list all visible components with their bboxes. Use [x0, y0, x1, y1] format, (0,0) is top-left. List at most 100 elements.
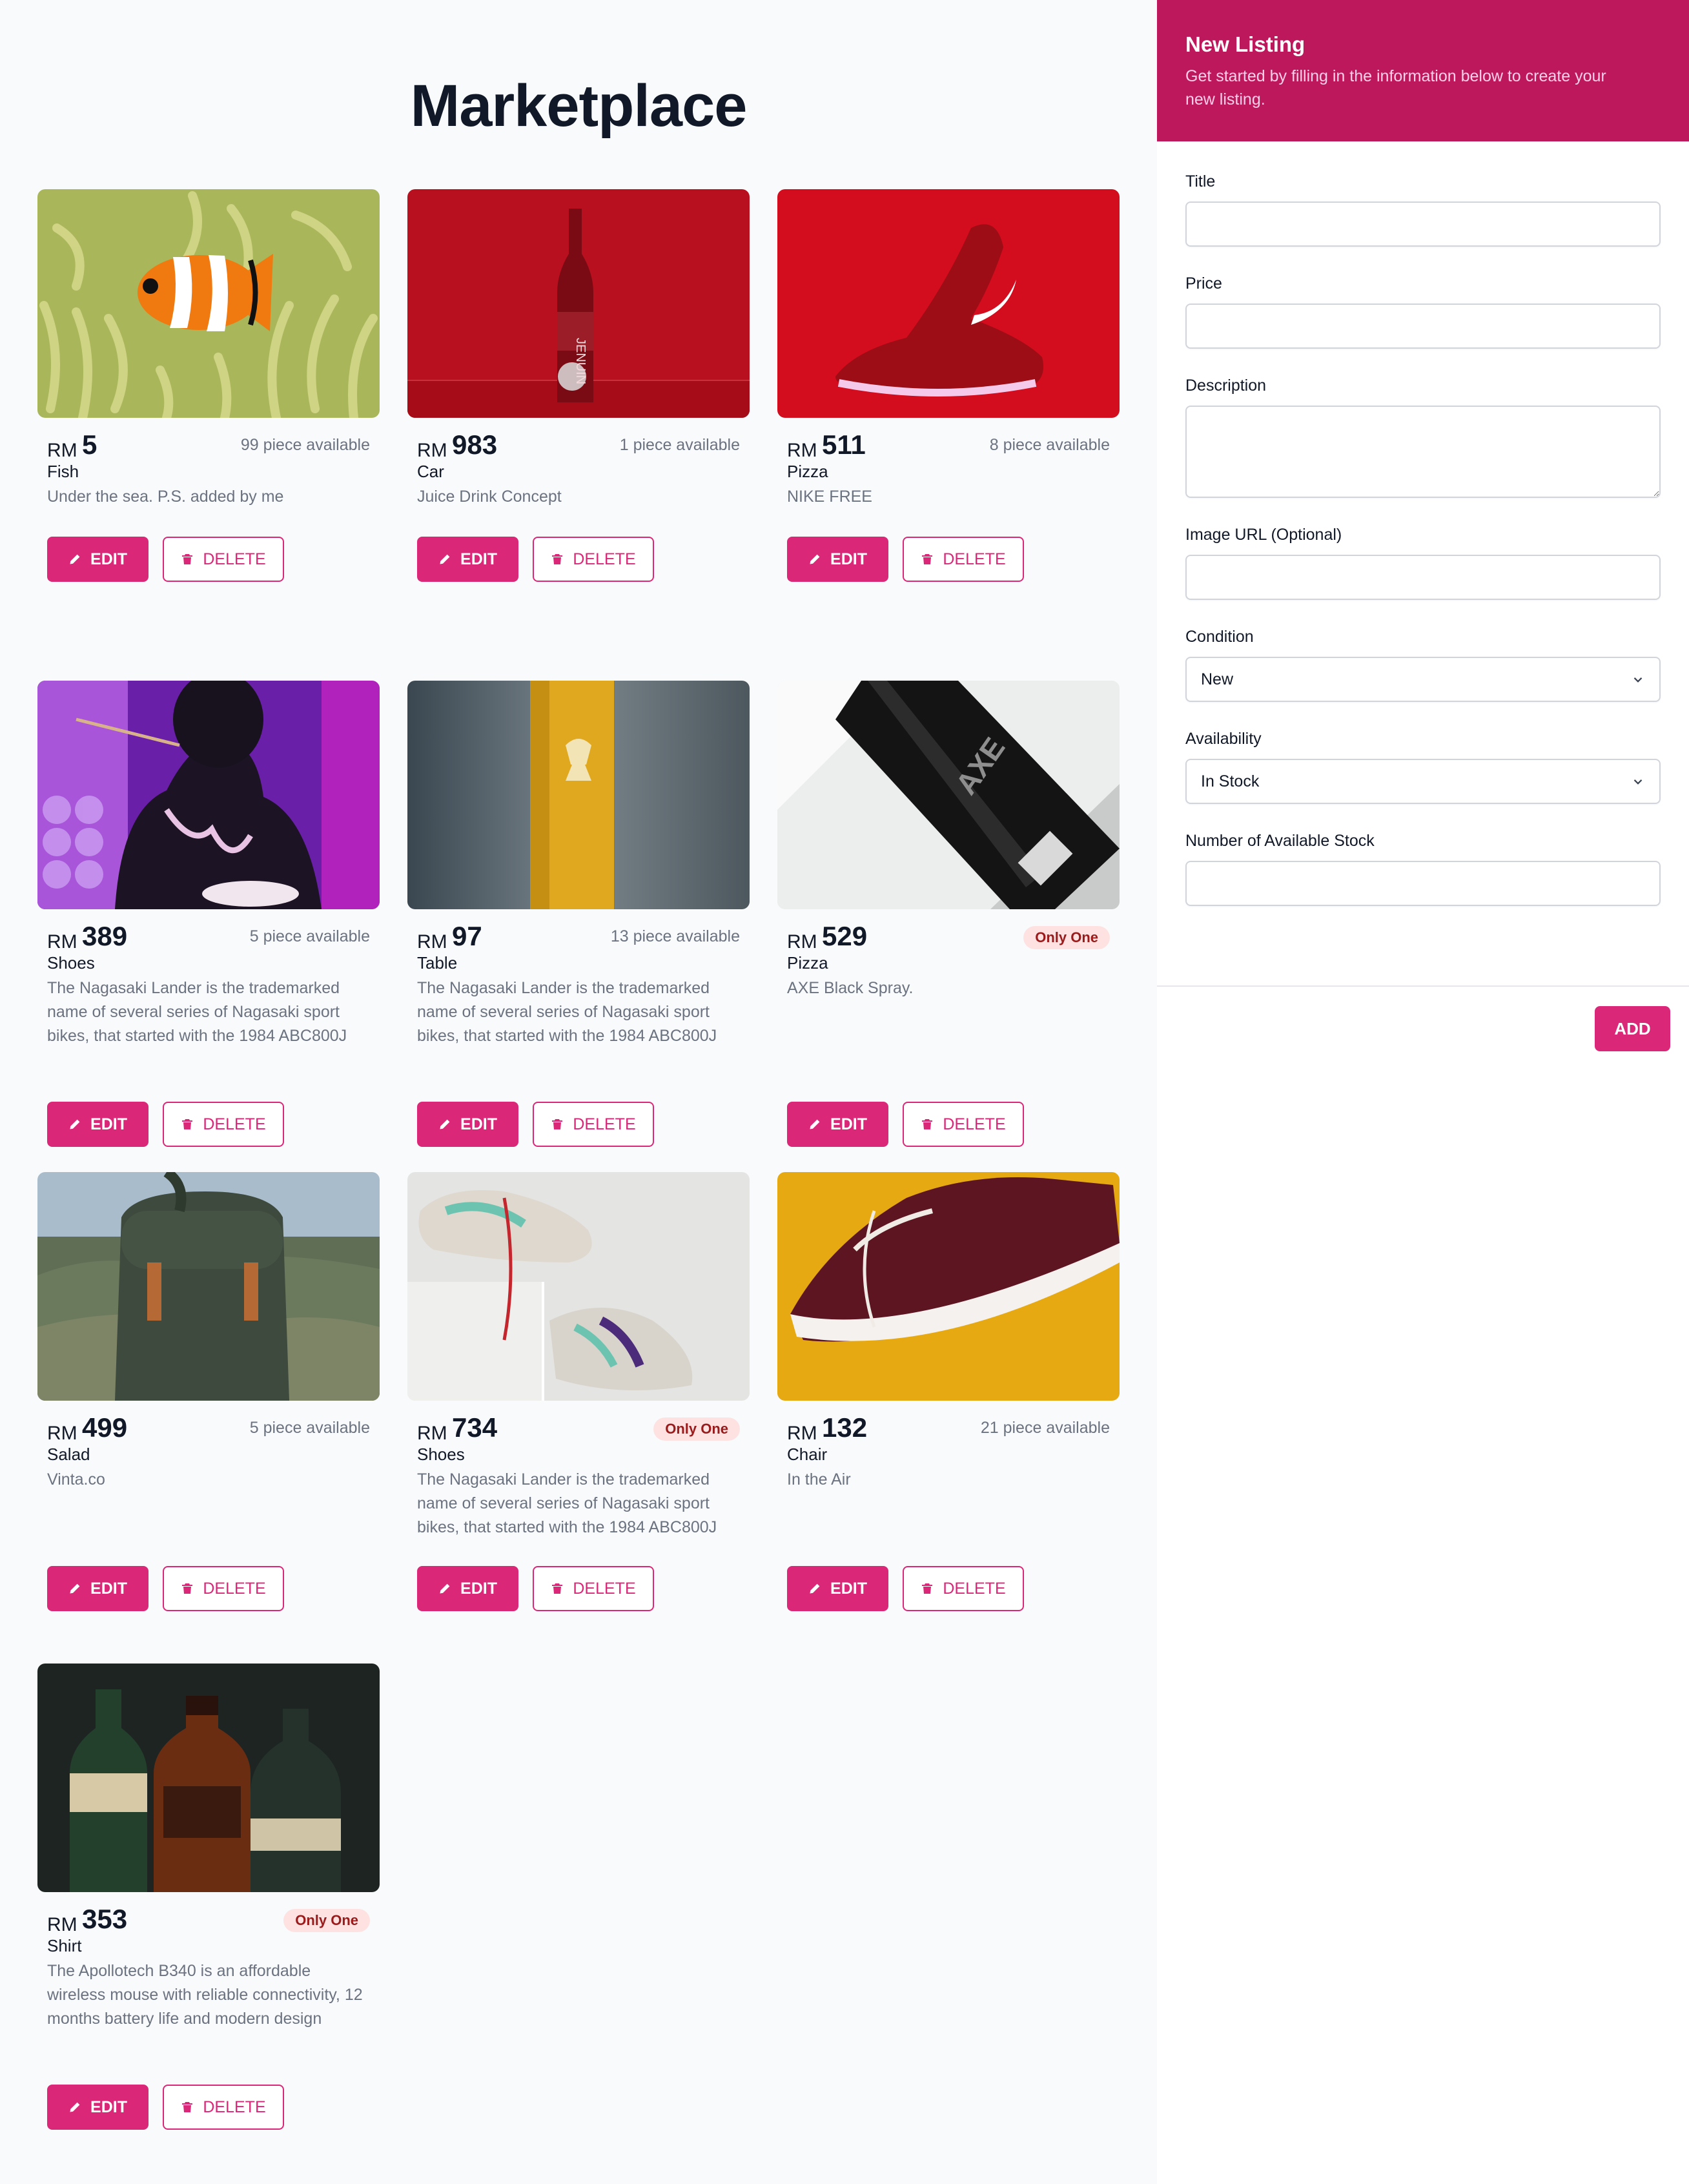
price: 353	[82, 1904, 128, 1934]
delete-button[interactable]: DELETE	[533, 1566, 654, 1611]
availability-field-group: Availability In Stock	[1185, 730, 1661, 804]
delete-button[interactable]: DELETE	[533, 537, 654, 582]
listing-image[interactable]	[777, 189, 1120, 418]
add-button[interactable]: ADD	[1595, 1006, 1670, 1051]
condition-select[interactable]: New	[1185, 657, 1661, 702]
listing-grid: RM 5 99 piece available Fish Under the s…	[37, 189, 1120, 2155]
listing-description: Vinta.co	[47, 1470, 105, 1489]
listing-image[interactable]	[37, 1172, 380, 1401]
listing-description: The Nagasaki Lander is the trademarked n…	[417, 1470, 717, 1536]
listing-image[interactable]	[407, 681, 750, 909]
currency: RM	[787, 931, 817, 953]
listing-card: RM 511 8 piece available Pizza NIKE FREE…	[777, 189, 1120, 681]
currency: RM	[417, 440, 447, 461]
listing-description: The Apollotech B340 is an affordable wir…	[47, 1962, 363, 2028]
listing-image[interactable]: JENUIN	[407, 189, 750, 418]
price: 5	[82, 429, 97, 460]
price: 97	[452, 921, 482, 951]
listing-card: AXE RM 529 Only One Pizza AXE Black Spra…	[777, 681, 1120, 1172]
delete-button[interactable]: DELETE	[903, 1566, 1024, 1611]
listing-name: Shoes	[47, 953, 95, 973]
listing-description: In the Air	[787, 1470, 851, 1489]
pencil-icon	[808, 553, 821, 566]
title-input[interactable]	[1185, 201, 1661, 247]
price: 529	[822, 921, 868, 951]
listing-image[interactable]	[37, 1664, 380, 1892]
stock-count: 5 piece available	[249, 1419, 370, 1437]
image-url-input[interactable]	[1185, 555, 1661, 600]
new-listing-panel: New Listing Get started by filling in th…	[1157, 0, 1689, 2184]
stock-input[interactable]	[1185, 861, 1661, 906]
currency: RM	[47, 1914, 77, 1935]
price: 734	[452, 1412, 498, 1443]
currency: RM	[47, 931, 77, 953]
listing-card: JENUIN RM 983 1 piece available Car Juic…	[407, 189, 750, 681]
listing-card: RM 389 5 piece available Shoes The Nagas…	[37, 681, 380, 1172]
listing-card: RM 734 Only One Shoes The Nagasaki Lande…	[407, 1172, 750, 1664]
listing-name: Shirt	[47, 1936, 82, 1955]
pencil-icon	[438, 553, 451, 566]
listing-name: Chair	[787, 1445, 828, 1464]
description-textarea[interactable]	[1185, 406, 1661, 498]
stock-count: 1 piece available	[619, 436, 740, 454]
edit-button[interactable]: EDIT	[47, 537, 148, 582]
edit-button[interactable]: EDIT	[787, 1566, 888, 1611]
trash-icon	[181, 553, 194, 566]
listing-card: RM 5 99 piece available Fish Under the s…	[37, 189, 380, 681]
edit-button[interactable]: EDIT	[47, 1102, 148, 1147]
svg-text:JENUIN: JENUIN	[573, 338, 588, 384]
panel-divider	[1157, 985, 1689, 987]
trash-icon	[921, 553, 934, 566]
pencil-icon	[438, 1118, 451, 1131]
edit-button[interactable]: EDIT	[47, 2085, 148, 2130]
listing-image[interactable]: AXE	[777, 681, 1120, 909]
listing-card: RM 132 21 piece available Chair In the A…	[777, 1172, 1120, 1664]
currency: RM	[417, 931, 447, 953]
listing-image[interactable]	[777, 1172, 1120, 1401]
price: 132	[822, 1412, 868, 1443]
pencil-icon	[808, 1582, 821, 1595]
price: 389	[82, 921, 128, 951]
stock-field-group: Number of Available Stock	[1185, 832, 1661, 906]
listing-image[interactable]	[37, 681, 380, 909]
image-url-field-group: Image URL (Optional)	[1185, 526, 1661, 600]
trash-icon	[921, 1118, 934, 1131]
edit-button[interactable]: EDIT	[787, 537, 888, 582]
delete-button[interactable]: DELETE	[903, 1102, 1024, 1147]
trash-icon	[551, 553, 564, 566]
only-one-badge: Only One	[653, 1417, 740, 1441]
edit-button[interactable]: EDIT	[787, 1102, 888, 1147]
edit-button[interactable]: EDIT	[47, 1566, 148, 1611]
listing-image[interactable]	[37, 189, 380, 418]
price: 499	[82, 1412, 128, 1443]
stock-count: 5 piece available	[249, 927, 370, 945]
trash-icon	[921, 1582, 934, 1595]
edit-button[interactable]: EDIT	[417, 1102, 518, 1147]
availability-select[interactable]: In Stock	[1185, 759, 1661, 804]
currency: RM	[417, 1423, 447, 1444]
price: 511	[822, 429, 866, 460]
currency: RM	[47, 1423, 77, 1444]
price-input[interactable]	[1185, 304, 1661, 349]
delete-button[interactable]: DELETE	[163, 1566, 284, 1611]
delete-button[interactable]: DELETE	[163, 537, 284, 582]
stock-count: 21 piece available	[980, 1419, 1110, 1437]
pencil-icon	[68, 553, 81, 566]
edit-button[interactable]: EDIT	[417, 537, 518, 582]
pencil-icon	[68, 1118, 81, 1131]
listing-description: Under the sea. P.S. added by me	[47, 488, 284, 506]
condition-label: Condition	[1185, 628, 1254, 646]
listing-description: The Nagasaki Lander is the trademarked n…	[417, 979, 717, 1045]
delete-button[interactable]: DELETE	[533, 1102, 654, 1147]
delete-button[interactable]: DELETE	[903, 537, 1024, 582]
listing-card: RM 97 13 piece available Table The Nagas…	[407, 681, 750, 1172]
delete-button[interactable]: DELETE	[163, 1102, 284, 1147]
edit-button[interactable]: EDIT	[417, 1566, 518, 1611]
pencil-icon	[808, 1118, 821, 1131]
image-url-label: Image URL (Optional)	[1185, 526, 1342, 544]
currency: RM	[47, 440, 77, 461]
stock-count: 8 piece available	[989, 436, 1110, 454]
availability-value: In Stock	[1201, 772, 1260, 790]
listing-image[interactable]	[407, 1172, 750, 1401]
delete-button[interactable]: DELETE	[163, 2085, 284, 2130]
